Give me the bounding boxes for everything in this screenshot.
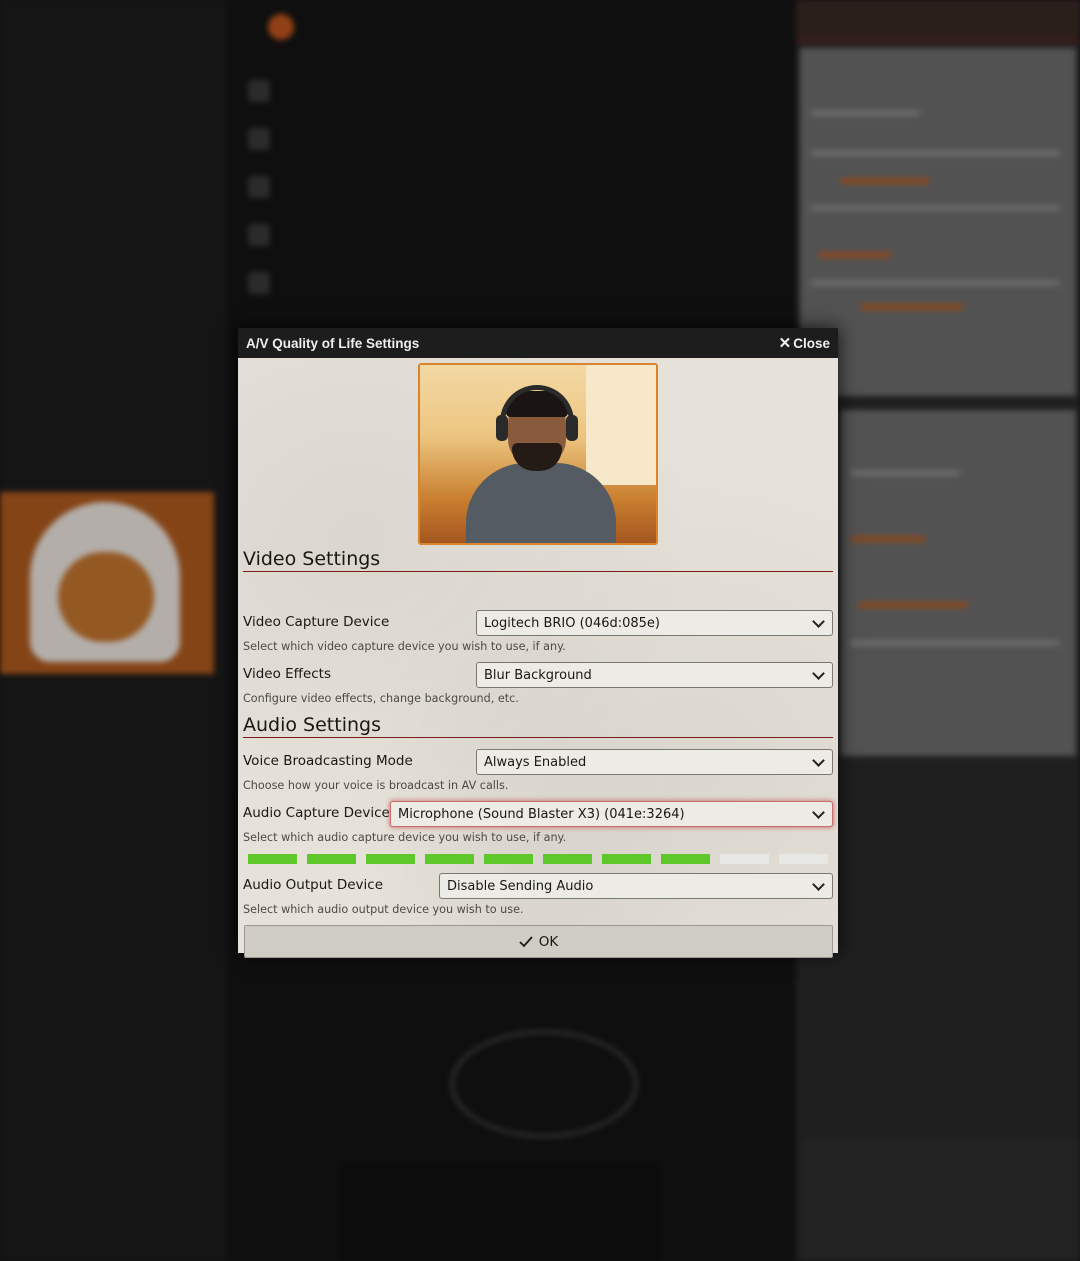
audio-capture-device-label: Audio Capture Device	[243, 805, 390, 821]
audio-output-device-value: Disable Sending Audio	[447, 878, 594, 894]
audio-level-meter	[248, 854, 828, 864]
voice-broadcasting-mode-hint: Choose how your voice is broadcast in AV…	[243, 779, 509, 792]
chevron-down-icon	[812, 666, 825, 680]
chevron-down-icon	[812, 614, 825, 628]
chevron-down-icon	[812, 753, 825, 767]
video-effects-select[interactable]: Blur Background	[476, 662, 833, 688]
level-meter-segment-inactive	[720, 854, 769, 864]
level-meter-segment-active	[543, 854, 592, 864]
av-settings-dialog: A/V Quality of Life Settings ✕ Close Vid…	[238, 328, 838, 958]
audio-output-device-label: Audio Output Device	[243, 877, 384, 893]
chevron-down-icon	[812, 805, 825, 819]
video-preview	[418, 363, 658, 545]
audio-settings-heading: Audio Settings	[243, 714, 833, 738]
audio-capture-device-value: Microphone (Sound Blaster X3) (041e:3264…	[398, 806, 685, 822]
level-meter-segment-active	[307, 854, 356, 864]
level-meter-segment-active	[484, 854, 533, 864]
level-meter-segment-active	[248, 854, 297, 864]
audio-capture-device-select[interactable]: Microphone (Sound Blaster X3) (041e:3264…	[390, 801, 833, 827]
ok-button[interactable]: OK	[244, 925, 833, 958]
video-capture-device-value: Logitech BRIO (046d:085e)	[484, 615, 660, 631]
close-label: Close	[793, 335, 830, 351]
voice-broadcasting-mode-value: Always Enabled	[484, 754, 587, 770]
video-capture-device-hint: Select which video capture device you wi…	[243, 640, 566, 653]
check-icon	[519, 935, 533, 947]
video-effects-hint: Configure video effects, change backgrou…	[243, 692, 519, 705]
dialog-title: A/V Quality of Life Settings	[246, 335, 420, 351]
level-meter-segment-inactive	[779, 854, 828, 864]
audio-output-device-hint: Select which audio output device you wis…	[243, 903, 524, 916]
video-capture-device-label: Video Capture Device	[243, 614, 390, 630]
chevron-down-icon	[812, 877, 825, 891]
dialog-header: A/V Quality of Life Settings ✕ Close	[238, 328, 838, 358]
level-meter-segment-active	[661, 854, 710, 864]
close-button[interactable]: ✕ Close	[779, 334, 830, 352]
video-effects-value: Blur Background	[484, 667, 592, 683]
audio-output-device-select[interactable]: Disable Sending Audio	[439, 873, 833, 899]
level-meter-segment-active	[366, 854, 415, 864]
dialog-body: Video Settings Video Capture Device Logi…	[238, 358, 838, 958]
ok-label: OK	[538, 933, 559, 950]
video-settings-heading: Video Settings	[243, 548, 833, 572]
audio-capture-device-hint: Select which audio capture device you wi…	[243, 831, 567, 844]
level-meter-segment-active	[602, 854, 651, 864]
close-icon: ✕	[778, 335, 792, 352]
video-capture-device-select[interactable]: Logitech BRIO (046d:085e)	[476, 610, 833, 636]
level-meter-segment-active	[425, 854, 474, 864]
video-effects-label: Video Effects	[243, 666, 332, 682]
voice-broadcasting-mode-select[interactable]: Always Enabled	[476, 749, 833, 775]
voice-broadcasting-mode-label: Voice Broadcasting Mode	[243, 753, 413, 769]
